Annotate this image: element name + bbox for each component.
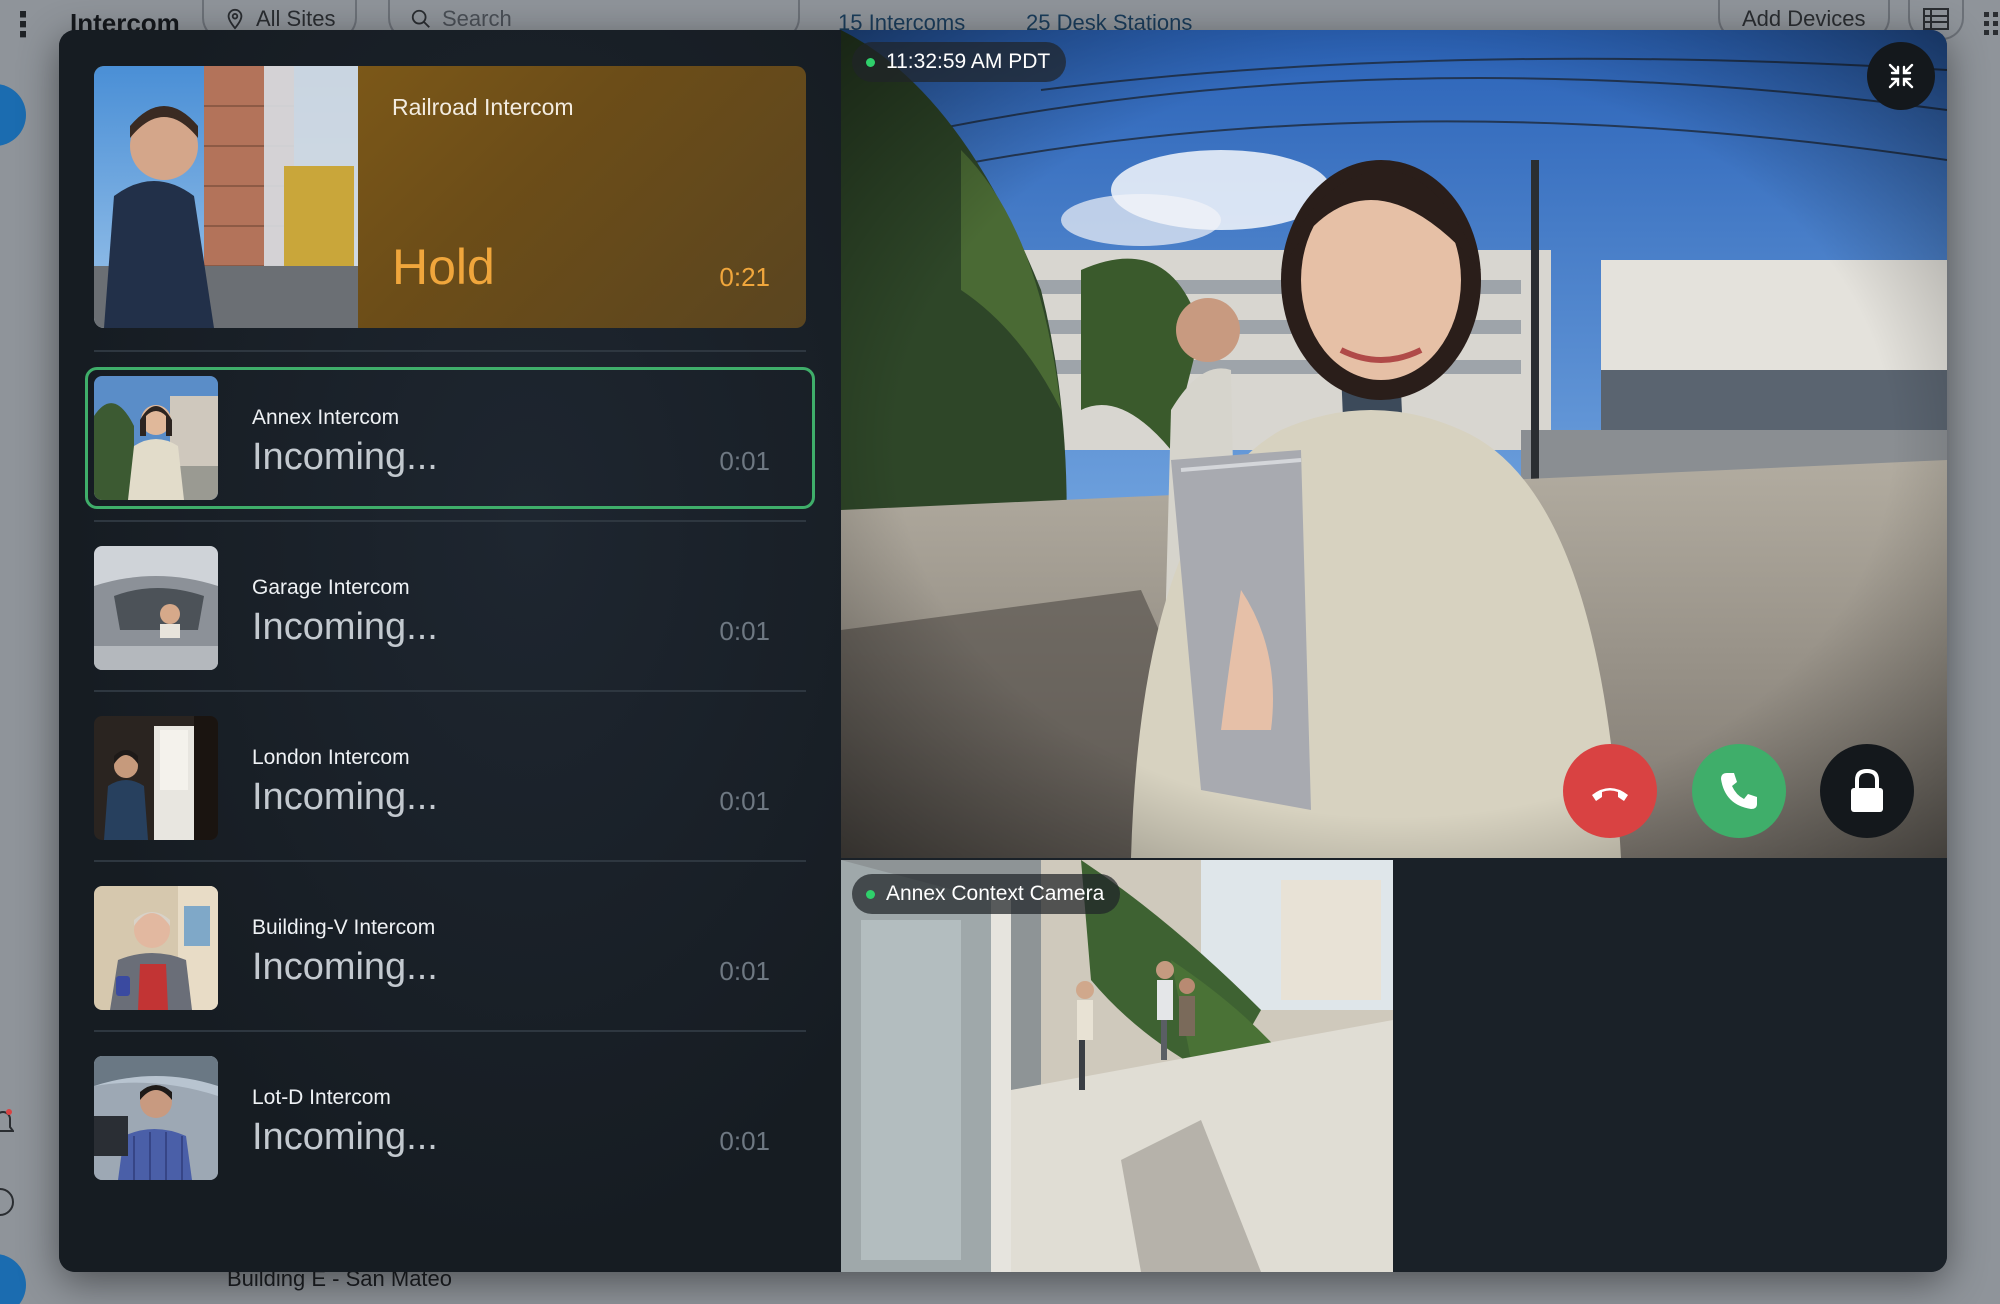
live-indicator-icon <box>866 58 875 67</box>
sidebar-nav-button[interactable] <box>0 84 26 146</box>
empty-video-slot <box>1394 860 1947 1272</box>
menu-kebab-icon[interactable]: ⋮ <box>6 8 40 42</box>
call-row-timer: 0:01 <box>719 956 770 986</box>
live-indicator-icon <box>866 890 875 899</box>
context-camera-feed <box>841 860 1393 1272</box>
hold-call-name: Railroad Intercom <box>392 94 574 120</box>
location-pin-icon <box>227 8 243 30</box>
search-placeholder: Search <box>442 6 512 31</box>
hold-call-card[interactable]: Railroad Intercom Hold 0:21 <box>94 66 806 328</box>
unlock-door-button[interactable] <box>1820 744 1914 838</box>
collapse-arrows-icon <box>1888 63 1914 89</box>
london-intercom-thumbnail <box>94 716 218 840</box>
call-row-state: Incoming... <box>252 1116 438 1158</box>
call-queue: Railroad Intercom Hold 0:21 Annex Interc <box>59 30 841 1272</box>
timestamp-text: 11:32:59 AM PDT <box>886 50 1051 73</box>
call-row-name: Annex Intercom <box>252 406 400 429</box>
call-row-name: Lot-D Intercom <box>252 1086 391 1109</box>
call-row-london[interactable]: London Intercom Incoming... 0:01 <box>94 716 806 840</box>
call-row-state: Incoming... <box>252 606 438 648</box>
lock-icon <box>1851 768 1883 812</box>
context-camera-label: Annex Context Camera <box>852 874 1121 914</box>
building-v-intercom-thumbnail <box>94 886 218 1010</box>
accept-call-button[interactable] <box>1692 744 1786 838</box>
site-filter-label: All Sites <box>256 6 336 31</box>
call-row-timer: 0:01 <box>719 786 770 816</box>
list-view-icon <box>1923 8 1949 30</box>
call-row-state: Incoming... <box>252 436 438 478</box>
call-row-lot-d[interactable]: Lot-D Intercom Incoming... 0:01 <box>94 1056 806 1180</box>
call-row-name: Garage Intercom <box>252 576 410 599</box>
call-row-timer: 0:01 <box>719 616 770 646</box>
call-row-timer: 0:01 <box>719 1126 770 1156</box>
main-video-feed <box>841 30 1947 858</box>
hold-call-info: Railroad Intercom Hold 0:21 <box>358 66 806 328</box>
garage-intercom-thumbnail <box>94 546 218 670</box>
search-icon <box>411 9 430 28</box>
decline-call-button[interactable] <box>1563 744 1657 838</box>
context-camera-name: Annex Context Camera <box>886 882 1105 905</box>
grid-view-icon[interactable] <box>1982 10 2000 38</box>
hold-call-timer: 0:21 <box>719 262 770 292</box>
user-avatar[interactable] <box>0 1254 26 1304</box>
call-row-building-v[interactable]: Building-V Intercom Incoming... 0:01 <box>94 886 806 1010</box>
divider <box>94 520 806 522</box>
call-row-state: Incoming... <box>252 946 438 988</box>
call-row-state: Incoming... <box>252 776 438 818</box>
call-row-garage[interactable]: Garage Intercom Incoming... 0:01 <box>94 546 806 670</box>
divider <box>94 1030 806 1032</box>
notification-bell-icon[interactable] <box>0 1108 14 1138</box>
main-video-timestamp: 11:32:59 AM PDT <box>852 42 1067 82</box>
call-row-annex[interactable]: Annex Intercom Incoming... 0:01 <box>85 367 815 509</box>
collapse-button[interactable] <box>1867 42 1935 110</box>
divider <box>94 350 806 352</box>
call-row-timer: 0:01 <box>719 446 770 476</box>
phone-icon <box>1721 773 1757 809</box>
call-row-name: Building-V Intercom <box>252 916 436 939</box>
railroad-intercom-thumbnail <box>94 66 358 328</box>
help-icon[interactable] <box>0 1188 14 1216</box>
call-row-name: London Intercom <box>252 746 410 769</box>
hold-call-state: Hold <box>392 239 495 295</box>
annex-intercom-thumbnail <box>94 376 218 500</box>
divider <box>94 860 806 862</box>
hang-up-icon <box>1592 788 1628 801</box>
divider <box>94 690 806 692</box>
lot-d-intercom-thumbnail <box>94 1056 218 1180</box>
intercom-call-modal: Railroad Intercom Hold 0:21 Annex Interc <box>59 30 1947 1272</box>
